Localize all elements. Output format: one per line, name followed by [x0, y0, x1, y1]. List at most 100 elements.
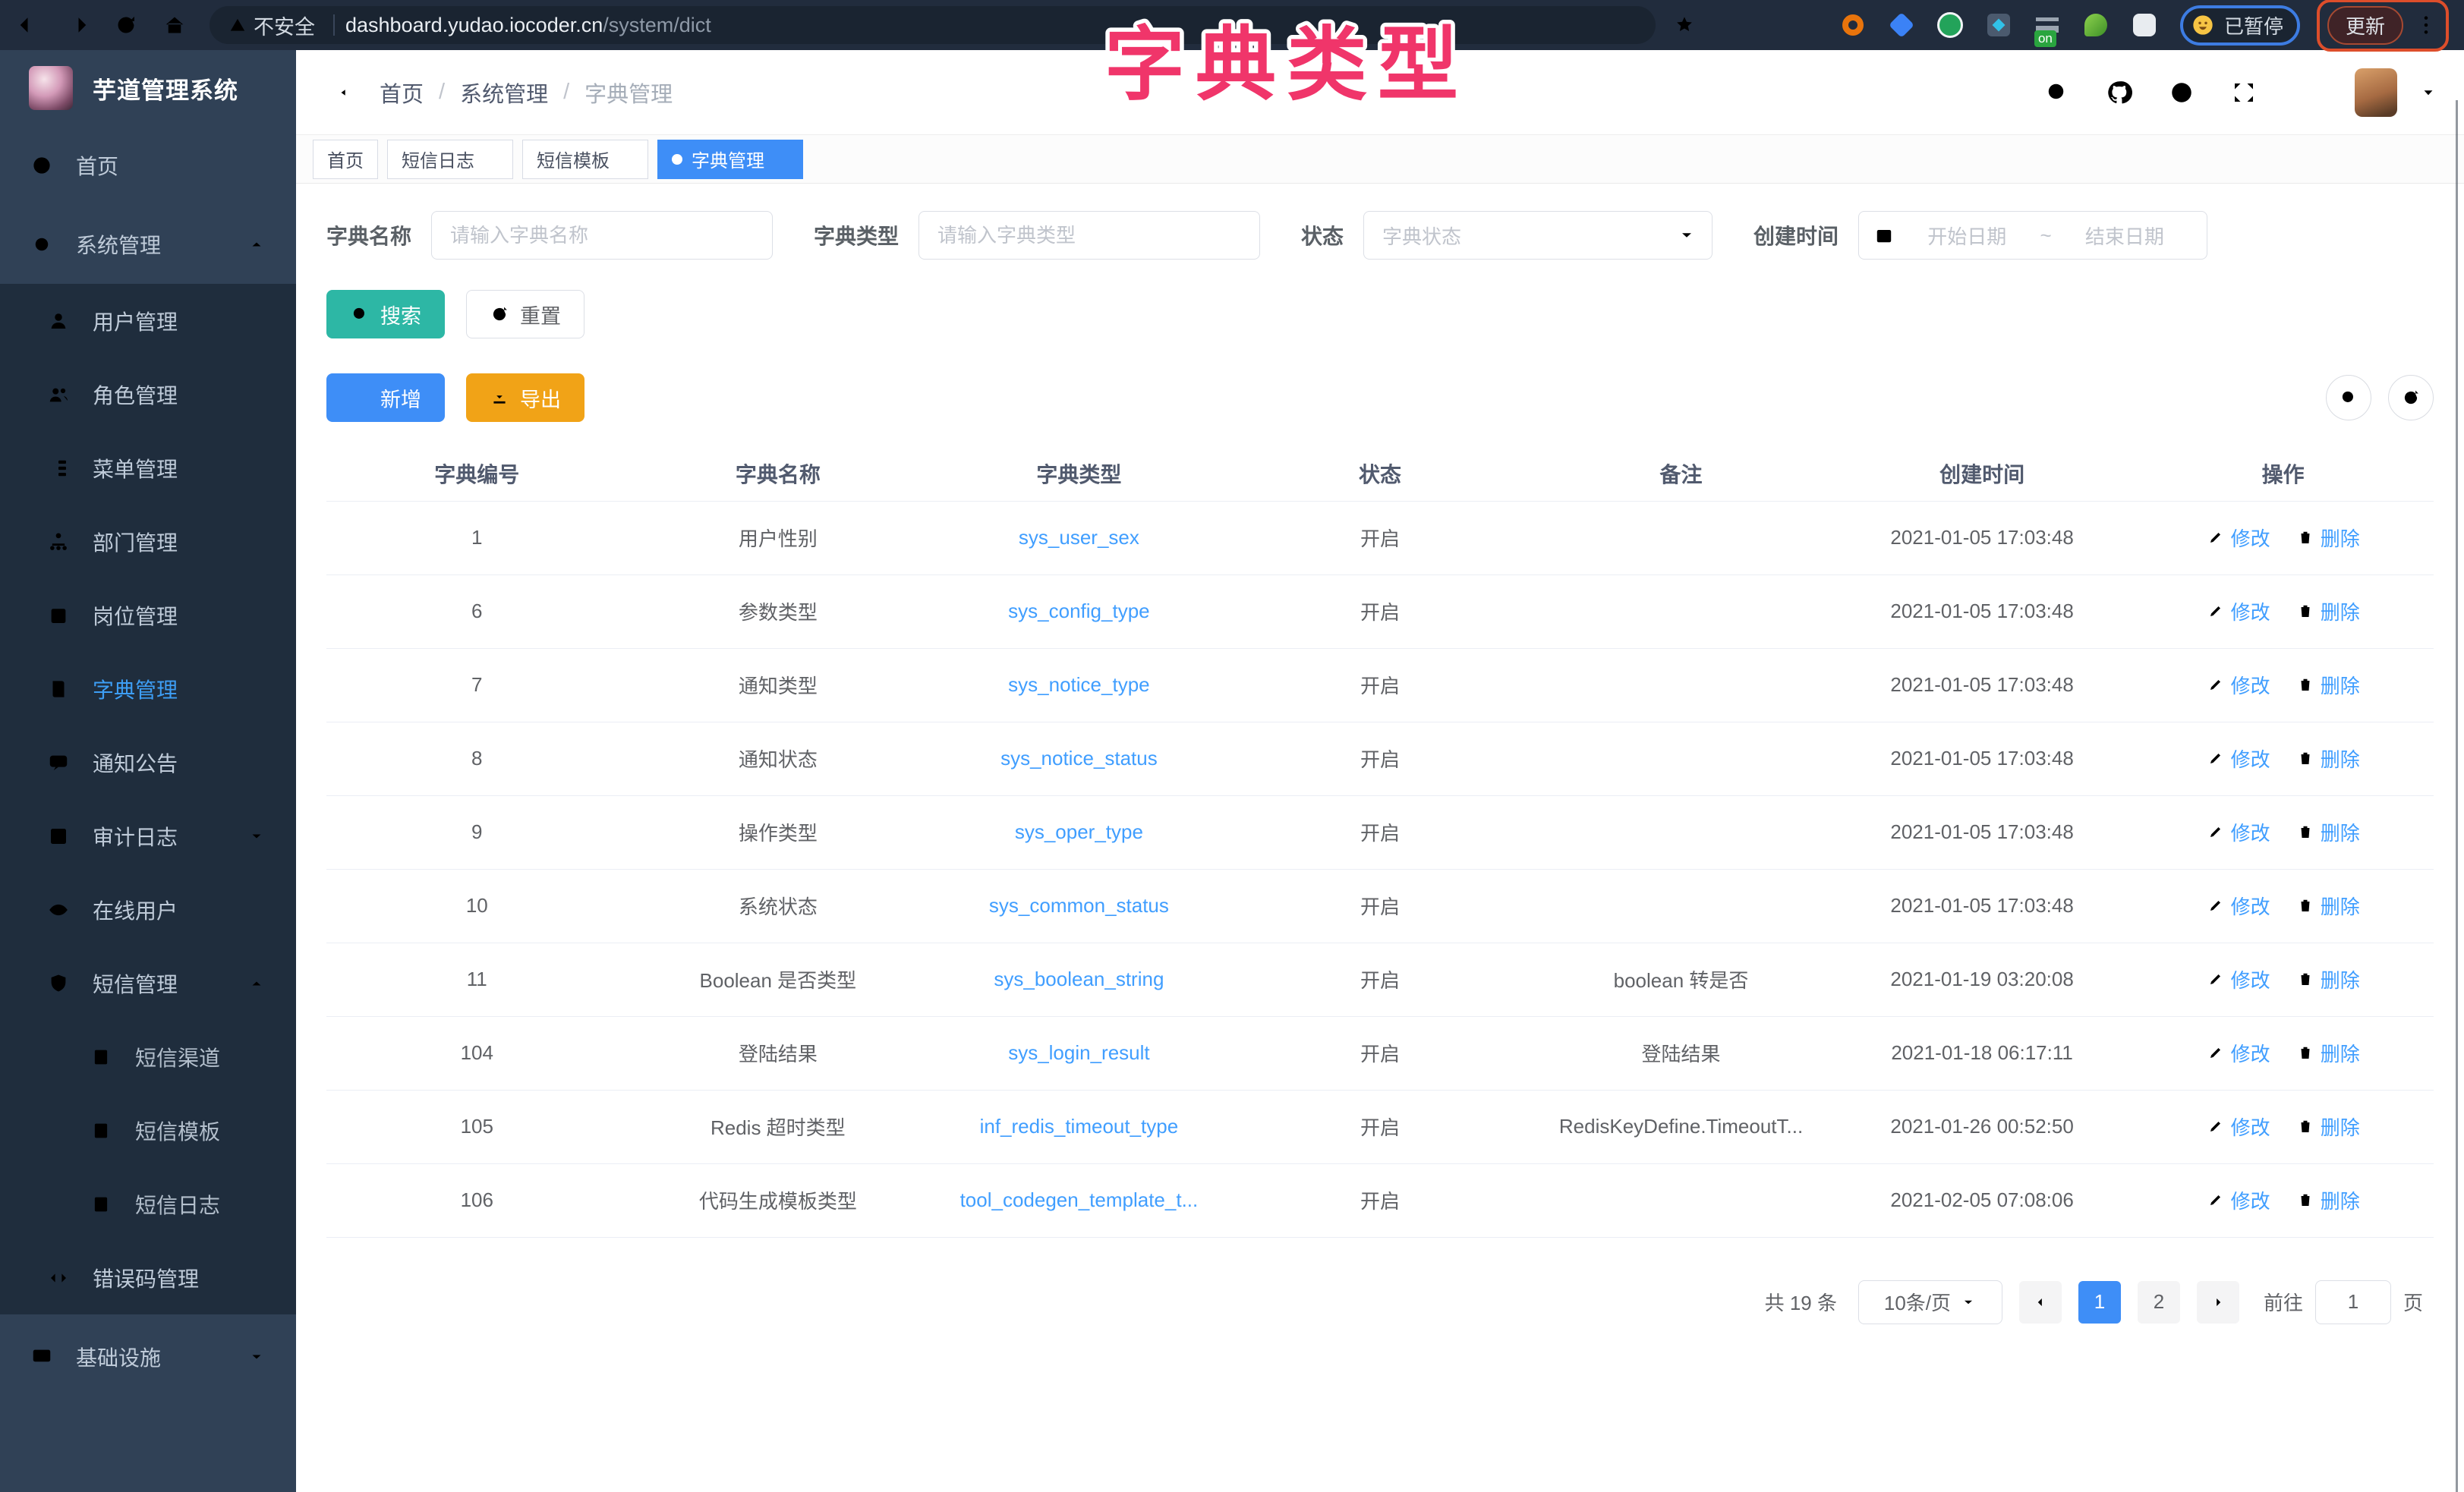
dict-type-link[interactable]: tool_codegen_template_t... [960, 1188, 1199, 1211]
browser-menu-kebab-icon[interactable] [2414, 13, 2438, 37]
dict-type-link[interactable]: sys_login_result [1008, 1041, 1149, 1064]
page-size-select[interactable]: 10条/页 [1858, 1280, 2002, 1324]
prev-page-button[interactable] [2019, 1281, 2062, 1324]
sidebar-item-user[interactable]: 用户管理 [0, 284, 296, 357]
address-bar[interactable]: 不安全 dashboard.yudao.iocoder.cn/system/di… [210, 6, 1656, 44]
delete-link[interactable]: 删除 [2296, 1113, 2360, 1141]
scrollbar[interactable] [2456, 100, 2458, 1492]
tab-home[interactable]: 首页 [313, 140, 378, 179]
next-page-button[interactable] [2197, 1281, 2239, 1324]
edit-link[interactable]: 修改 [2207, 1186, 2270, 1214]
font-size-icon[interactable] [2292, 79, 2320, 106]
status-select[interactable]: 字典状态 [1363, 211, 1713, 260]
date-range-picker[interactable]: 开始日期 ~ 结束日期 [1858, 211, 2207, 260]
sidebar-item-dept[interactable]: 部门管理 [0, 505, 296, 578]
dict-type-link[interactable]: sys_oper_type [1015, 820, 1143, 843]
sidebar-item-error-code[interactable]: 错误码管理 [0, 1241, 296, 1314]
page-button-2[interactable]: 2 [2138, 1281, 2180, 1324]
fullscreen-icon[interactable] [2230, 79, 2258, 106]
dict-type-link[interactable]: sys_notice_status [1000, 747, 1158, 770]
sidebar-item-post[interactable]: 岗位管理 [0, 578, 296, 652]
paused-profile-chip[interactable]: 已暂停 [2180, 5, 2300, 46]
sidebar-item-online-user[interactable]: 在线用户 [0, 873, 296, 946]
delete-link[interactable]: 删除 [2296, 524, 2360, 552]
reset-button[interactable]: 重置 [466, 290, 584, 338]
sidebar-item-sms-template[interactable]: 短信模板 [0, 1094, 296, 1167]
export-button[interactable]: 导出 [466, 373, 584, 422]
edit-link[interactable]: 修改 [2207, 524, 2270, 552]
extension-icon-5[interactable]: on [2031, 8, 2063, 42]
edit-link[interactable]: 修改 [2207, 744, 2270, 773]
close-icon[interactable] [774, 152, 789, 167]
extensions-puzzle-icon[interactable] [2128, 8, 2160, 42]
update-button[interactable]: 更新 [2327, 6, 2403, 45]
browser-forward-icon[interactable] [64, 11, 91, 39]
tab-dict[interactable]: 字典管理 [657, 140, 803, 179]
date-start-placeholder[interactable]: 开始日期 [1900, 222, 2034, 250]
delete-link[interactable]: 删除 [2296, 1186, 2360, 1214]
sidebar-item-infra[interactable]: 基础设施 [0, 1314, 296, 1399]
dict-type-link[interactable]: sys_common_status [989, 894, 1169, 917]
dict-type-link[interactable]: inf_redis_timeout_type [980, 1115, 1179, 1138]
goto-page-input[interactable] [2315, 1280, 2391, 1324]
extension-icon-3[interactable] [1934, 8, 1966, 42]
help-icon[interactable] [2168, 79, 2195, 106]
dict-type-link[interactable]: sys_notice_type [1008, 673, 1149, 696]
close-icon[interactable] [619, 152, 634, 167]
user-avatar[interactable] [2355, 68, 2397, 117]
dict-type-link[interactable]: sys_boolean_string [994, 968, 1164, 990]
sidebar-item-system[interactable]: 系统管理 [0, 205, 296, 284]
sidebar-item-sms-channel[interactable]: 短信渠道 [0, 1020, 296, 1094]
edit-link[interactable]: 修改 [2207, 671, 2270, 699]
tab-sms-template[interactable]: 短信模板 [522, 140, 648, 179]
delete-link[interactable]: 删除 [2296, 744, 2360, 773]
delete-link[interactable]: 删除 [2296, 818, 2360, 846]
browser-back-icon[interactable] [15, 11, 43, 39]
delete-link[interactable]: 删除 [2296, 965, 2360, 993]
edit-link[interactable]: 修改 [2207, 818, 2270, 846]
avatar-caret-icon[interactable] [2418, 83, 2438, 102]
sidebar-item-audit-log[interactable]: 审计日志 [0, 799, 296, 873]
extension-icon-1[interactable] [1837, 8, 1869, 42]
delete-link[interactable]: 删除 [2296, 1039, 2360, 1067]
breadcrumb-home[interactable]: 首页 [380, 77, 424, 109]
delete-link[interactable]: 删除 [2296, 597, 2360, 625]
extension-icon-2[interactable] [1886, 8, 1917, 42]
search-icon[interactable] [2043, 79, 2071, 106]
edit-link[interactable]: 修改 [2207, 892, 2270, 920]
sidebar-item-dict[interactable]: 字典管理 [0, 652, 296, 726]
bookmark-star-icon[interactable] [1672, 13, 1697, 37]
tab-sms-log[interactable]: 短信日志 [387, 140, 513, 179]
date-end-placeholder[interactable]: 结束日期 [2058, 222, 2191, 250]
sidebar-item-notice[interactable]: 通知公告 [0, 726, 296, 799]
edit-link[interactable]: 修改 [2207, 1113, 2270, 1141]
close-icon[interactable] [484, 152, 499, 167]
sidebar-item-sms[interactable]: 短信管理 [0, 946, 296, 1020]
sidebar-collapse-icon[interactable] [322, 79, 349, 106]
add-button[interactable]: 新增 [326, 373, 445, 422]
dict-type-link[interactable]: sys_config_type [1008, 600, 1149, 622]
sidebar-item-role[interactable]: 角色管理 [0, 357, 296, 431]
dict-type-link[interactable]: sys_user_sex [1019, 526, 1139, 549]
github-icon[interactable] [2106, 79, 2133, 106]
app-logo-area[interactable]: 芋道管理系统 [0, 50, 296, 126]
edit-link[interactable]: 修改 [2207, 965, 2270, 993]
sidebar-item-sms-log[interactable]: 短信日志 [0, 1167, 296, 1241]
extension-icon-4[interactable] [1983, 8, 2015, 42]
sidebar-item-home[interactable]: 首页 [0, 126, 296, 205]
breadcrumb-system[interactable]: 系统管理 [460, 77, 548, 109]
edit-link[interactable]: 修改 [2207, 1039, 2270, 1067]
delete-link[interactable]: 删除 [2296, 671, 2360, 699]
browser-home-icon[interactable] [161, 11, 188, 39]
security-warning-icon[interactable] [228, 15, 247, 35]
sidebar-item-menu[interactable]: 菜单管理 [0, 431, 296, 505]
extension-icon-6[interactable] [2080, 8, 2112, 42]
browser-reload-icon[interactable] [112, 11, 140, 39]
refresh-table-button[interactable] [2388, 375, 2434, 420]
search-button[interactable]: 搜索 [326, 290, 445, 338]
dict-name-input[interactable] [431, 211, 773, 260]
edit-link[interactable]: 修改 [2207, 597, 2270, 625]
page-button-1[interactable]: 1 [2078, 1281, 2121, 1324]
show-search-toggle-button[interactable] [2326, 375, 2371, 420]
delete-link[interactable]: 删除 [2296, 892, 2360, 920]
